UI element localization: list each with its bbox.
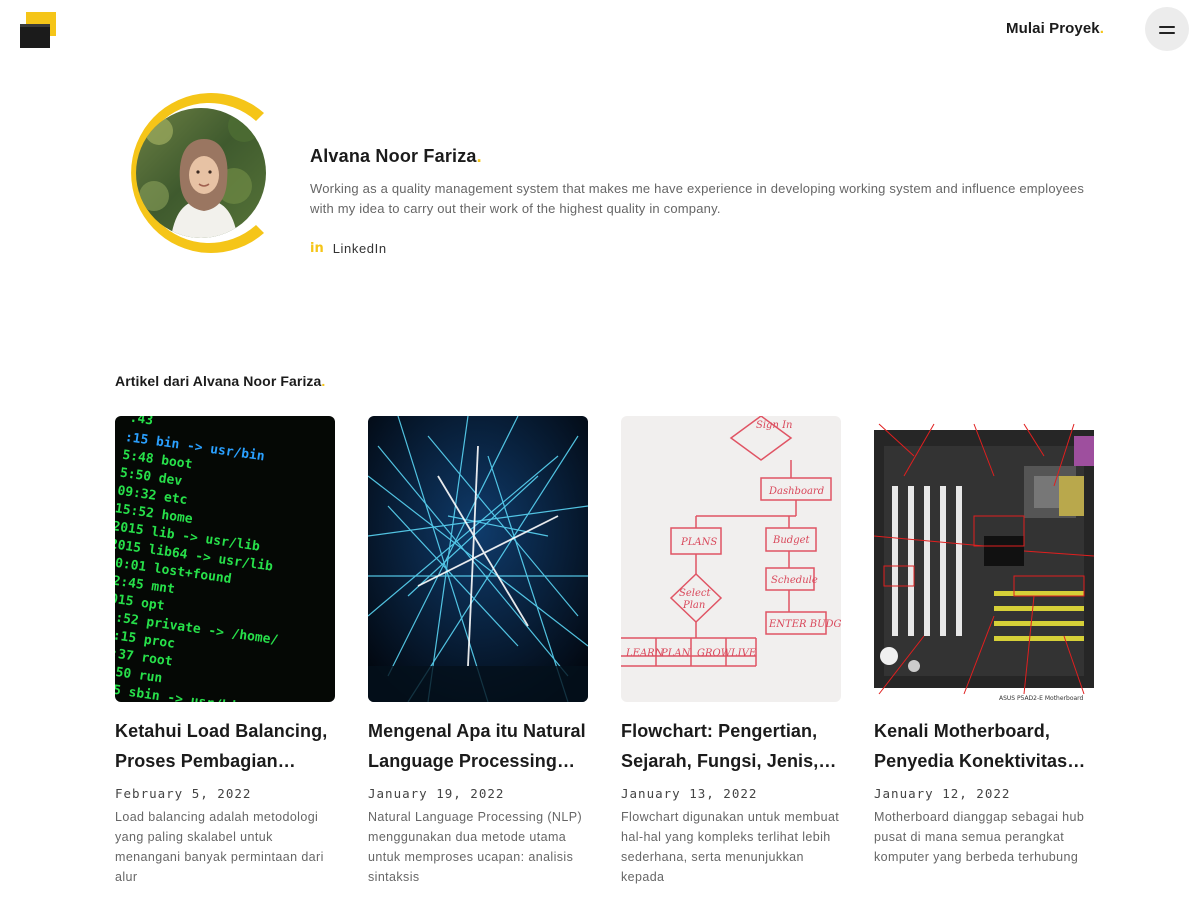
hamburger-icon [1159,26,1175,28]
network-lines-image[interactable] [368,416,588,702]
svg-text:Sign In: Sign In [756,420,792,431]
article-card[interactable]: Mengenal Apa itu Natural Language Proces… [368,416,592,887]
motherboard-diagram-image[interactable]: ASUS P5AD2-E Motherboard [874,416,1094,702]
terminal-code-image[interactable]: .43 :15 bin -> usr/bin 5:48 boot 5:50 de… [115,416,335,702]
author-name-text: Alvana Noor Fariza [310,146,477,166]
article-title[interactable]: Flowchart: Pengertian, Sejarah, Fungsi, … [621,716,843,776]
article-date: January 19, 2022 [368,786,505,801]
article-excerpt: Load balancing adalah metodologi yang pa… [115,810,324,884]
whiteboard-flowchart-image[interactable]: Dashboard PLANS Budget Schedule ENTER BU… [621,416,841,702]
svg-text:LEARN: LEARN [625,648,665,659]
author-name: Alvana Noor Fariza. [310,146,482,167]
svg-text:Dashboard: Dashboard [768,486,824,497]
linkedin-label: LinkedIn [332,241,387,256]
svg-text:Select: Select [679,588,711,599]
article-title[interactable]: Mengenal Apa itu Natural Language Proces… [368,716,590,776]
svg-text:ASUS P5AD2-E Motherboard: ASUS P5AD2-E Motherboard [999,695,1084,702]
svg-text:PLAN: PLAN [660,648,692,659]
svg-text:LIVE: LIVE [730,648,757,659]
author-name-dot: . [476,146,482,166]
start-project-link[interactable]: Mulai Proyek. [1006,20,1104,37]
article-date: January 12, 2022 [874,786,1011,801]
article-excerpt: Natural Language Processing (NLP) menggu… [368,810,583,884]
menu-button[interactable] [1145,7,1189,51]
article-title[interactable]: Ketahui Load Balancing, Proses Pembagian… [115,716,337,776]
article-date: January 13, 2022 [621,786,758,801]
article-excerpt: Flowchart digunakan untuk membuat hal-ha… [621,810,840,884]
hamburger-icon-line [1159,32,1175,34]
article-card[interactable]: .43 :15 bin -> usr/bin 5:48 boot 5:50 de… [115,416,339,887]
linkedin-icon: in [310,241,324,256]
articles-section-title-text: Artikel dari Alvana Noor Fariza [115,373,322,389]
article-card[interactable]: Dashboard PLANS Budget Schedule ENTER BU… [621,416,845,887]
svg-text:GROW: GROW [697,648,732,659]
svg-text:Budget: Budget [772,535,811,546]
svg-text:Schedule: Schedule [771,575,818,586]
article-date: February 5, 2022 [115,786,252,801]
article-title[interactable]: Kenali Motherboard, Penyedia Konektivita… [874,716,1096,776]
linkedin-link[interactable]: in LinkedIn [310,241,387,256]
svg-text:PLANS: PLANS [680,537,717,548]
author-bio: Working as a quality management system t… [310,181,1085,216]
article-card[interactable]: ASUS P5AD2-E Motherboard Kenali Motherbo… [874,416,1098,867]
svg-text:Plan: Plan [682,600,705,611]
cta-label: Mulai Proyek [1006,20,1100,37]
articles-section-title: Artikel dari Alvana Noor Fariza. [115,373,325,389]
author-avatar [131,93,266,253]
cta-dot: . [1099,20,1105,37]
article-excerpt: Motherboard dianggap sebagai hub pusat d… [874,810,1085,864]
site-logo[interactable] [20,12,56,48]
svg-text:ENTER BUDGET: ENTER BUDGET [768,619,841,630]
articles-section-title-dot: . [321,373,326,389]
